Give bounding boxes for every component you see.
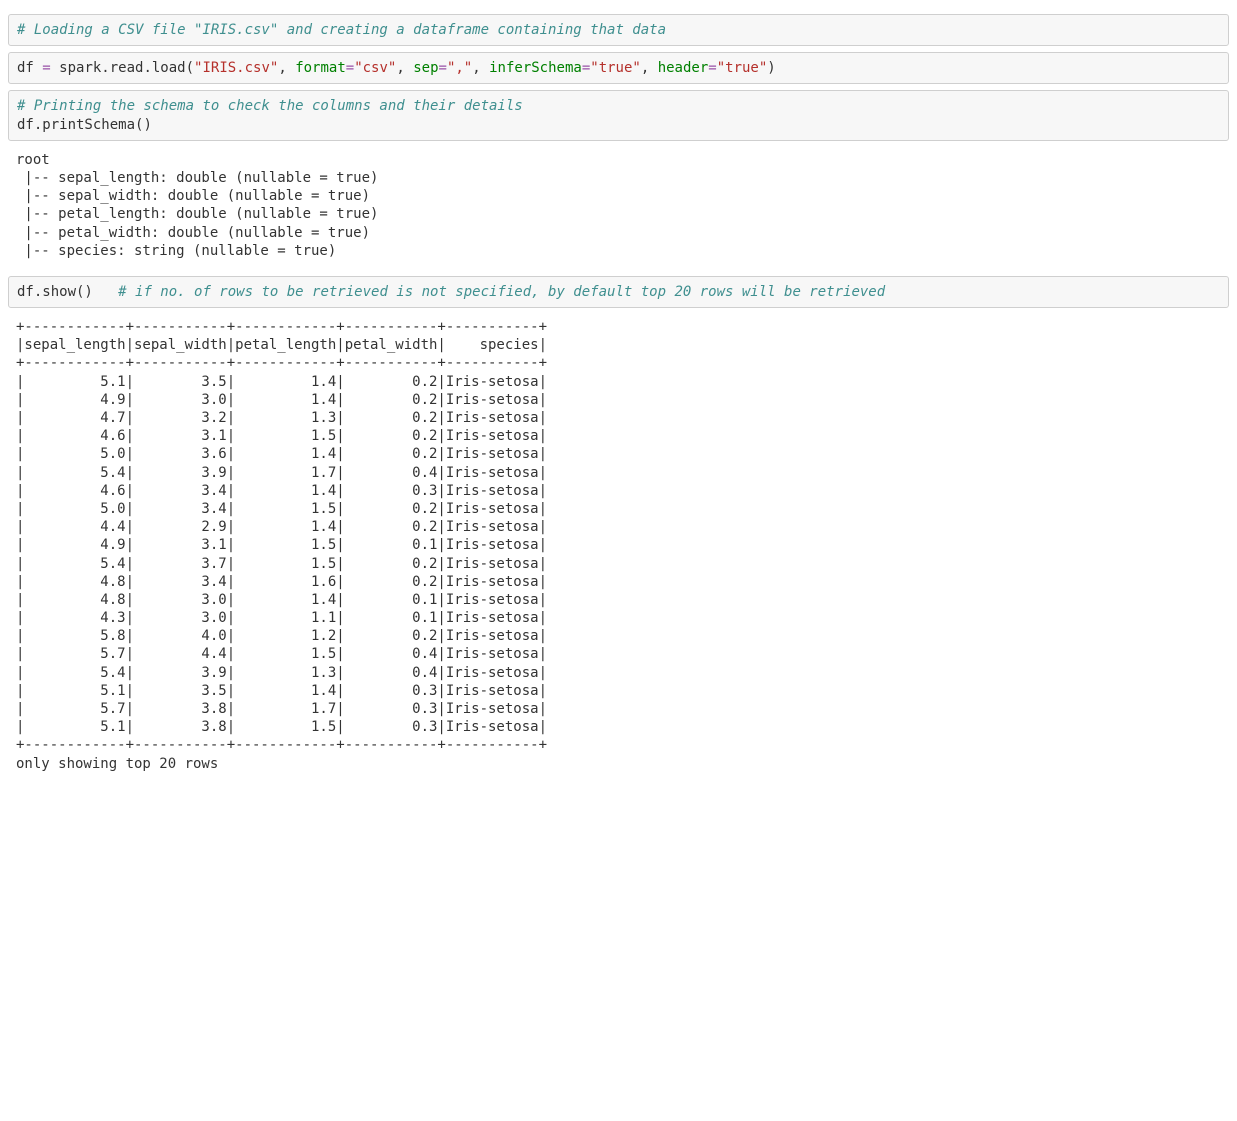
code-cell-4[interactable]: df.show() # if no. of rows to be retriev… bbox=[8, 276, 1229, 308]
code-token: "true" bbox=[717, 60, 768, 76]
code-token: inferSchema bbox=[489, 60, 582, 76]
code-token: "csv" bbox=[354, 60, 396, 76]
code-token: = bbox=[439, 60, 447, 76]
code-token: , bbox=[641, 60, 658, 76]
code-token: df.printSchema bbox=[17, 117, 135, 133]
code-token: = bbox=[42, 60, 50, 76]
code-token: ) bbox=[767, 60, 775, 76]
code-token: = bbox=[582, 60, 590, 76]
code-token: header bbox=[658, 60, 709, 76]
comment-text: # Loading a CSV file "IRIS.csv" and crea… bbox=[17, 22, 666, 38]
code-token: = bbox=[346, 60, 354, 76]
code-token: format bbox=[295, 60, 346, 76]
code-token: df bbox=[17, 60, 42, 76]
code-token: df.show() bbox=[17, 284, 118, 300]
code-cell-3[interactable]: # Printing the schema to check the colum… bbox=[8, 90, 1229, 140]
code-token: = bbox=[708, 60, 716, 76]
comment-text: # if no. of rows to be retrieved is not … bbox=[118, 284, 885, 300]
code-token: ) bbox=[143, 117, 151, 133]
code-token: , bbox=[396, 60, 413, 76]
code-token: spark.read.load( bbox=[51, 60, 194, 76]
code-cell-1[interactable]: # Loading a CSV file "IRIS.csv" and crea… bbox=[8, 14, 1229, 46]
code-token: sep bbox=[413, 60, 438, 76]
code-token: , bbox=[472, 60, 489, 76]
code-token: , bbox=[278, 60, 295, 76]
code-cell-2[interactable]: df = spark.read.load("IRIS.csv", format=… bbox=[8, 52, 1229, 84]
code-token: "IRIS.csv" bbox=[194, 60, 278, 76]
table-output: +------------+-----------+------------+-… bbox=[8, 314, 1229, 783]
code-token: "," bbox=[447, 60, 472, 76]
comment-text: # Printing the schema to check the colum… bbox=[17, 98, 523, 114]
code-token: "true" bbox=[590, 60, 641, 76]
schema-output: root |-- sepal_length: double (nullable … bbox=[8, 147, 1229, 270]
